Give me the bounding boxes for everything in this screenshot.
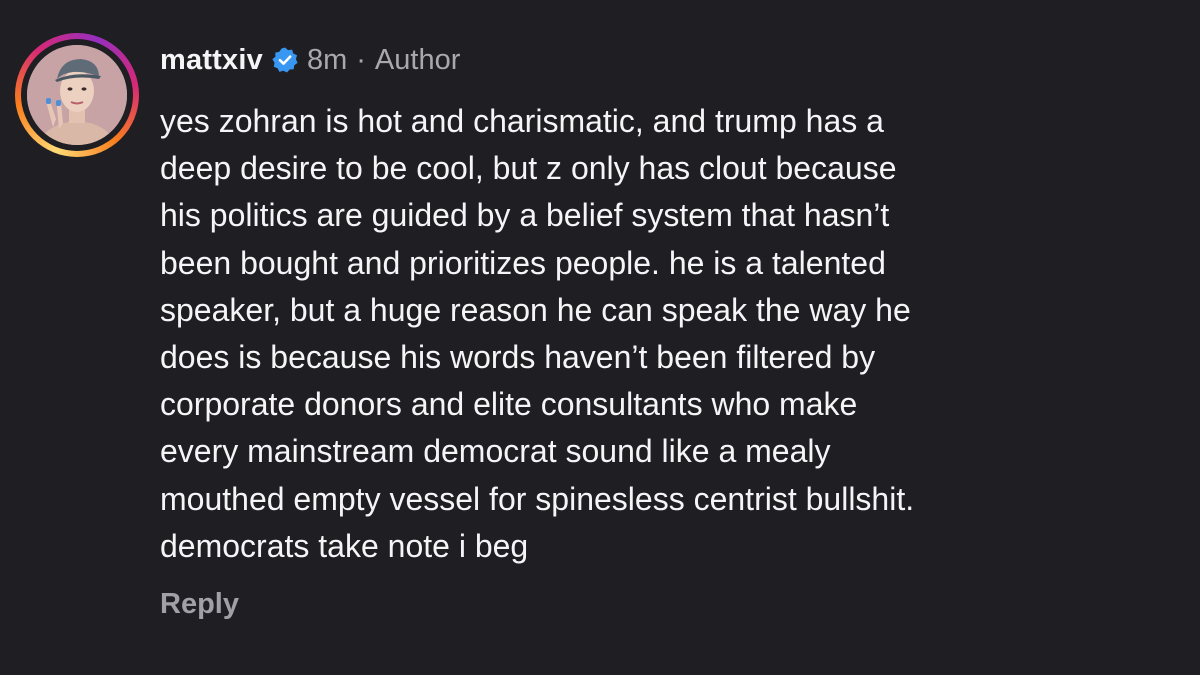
comment-text-line: deep desire to be cool, but z only has c… bbox=[160, 150, 897, 187]
avatar-story-ring[interactable] bbox=[15, 33, 139, 157]
meta-separator: · bbox=[356, 43, 366, 76]
comment-text-line: speaker, but a huge reason he can speak … bbox=[160, 291, 911, 328]
comment-header: mattxiv 8m · Author bbox=[160, 40, 460, 80]
timestamp: 8m bbox=[306, 43, 348, 76]
reply-button[interactable]: Reply bbox=[160, 588, 239, 621]
comment-text-line: his politics are guided by a belief syst… bbox=[160, 197, 890, 234]
verified-badge-icon bbox=[271, 46, 299, 74]
comment-text: yes zohran is hot and charismatic, and t… bbox=[160, 98, 1190, 570]
comment-text-line: been bought and prioritizes people. he i… bbox=[160, 244, 886, 281]
comment-text-line: yes zohran is hot and charismatic, and t… bbox=[160, 103, 884, 139]
comment-text-line: mouthed empty vessel for spinesless cent… bbox=[160, 480, 915, 517]
comment-text-line: does is because his words haven’t been f… bbox=[160, 339, 876, 376]
comment-text-line: every mainstream democrat sound like a m… bbox=[160, 433, 831, 470]
username-link[interactable]: mattxiv bbox=[160, 44, 263, 77]
comment-text-line: democrats take note i beg bbox=[160, 527, 529, 564]
avatar[interactable] bbox=[27, 45, 127, 145]
avatar-image bbox=[27, 45, 127, 145]
author-label: Author bbox=[374, 43, 461, 76]
comment-text-line: corporate donors and elite consultants w… bbox=[160, 386, 858, 423]
comment: mattxiv 8m · Author yes zohran is hot an… bbox=[0, 0, 1200, 675]
